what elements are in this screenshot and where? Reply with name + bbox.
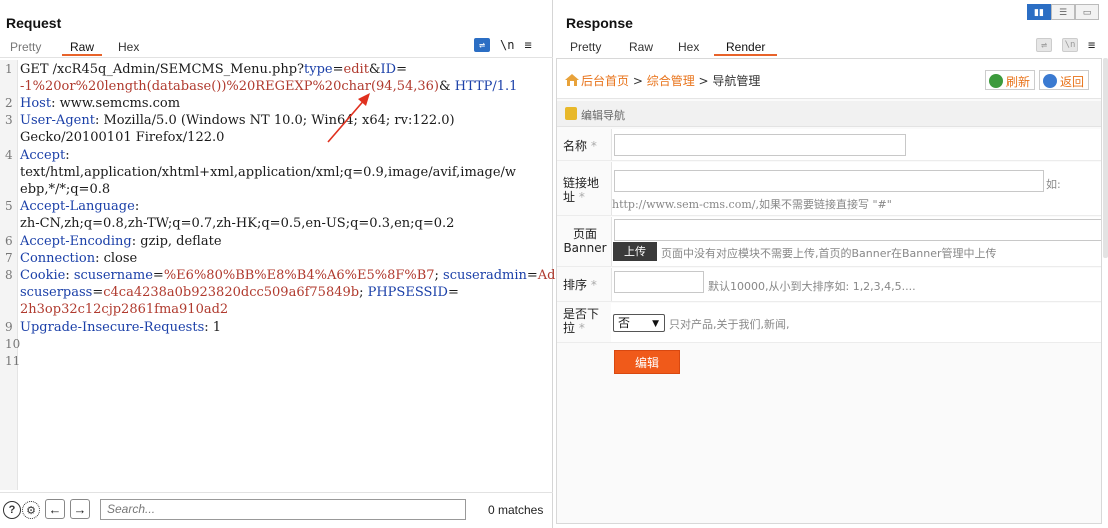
request-title: Request — [6, 15, 62, 31]
rendered-page: 后台首页 > 综合管理 > 导航管理 刷新 返回 编辑导航 名称 * 链接地址 … — [556, 58, 1102, 524]
response-pane: Response ▮▮ ☰ ▭ Pretty Raw Hex Render ⇌ … — [554, 0, 1108, 528]
form-row-dropdown: 是否下拉 * 否 ▼ 只对产品,关于我们,新闻, — [557, 303, 1101, 343]
link-hint: http://www.sem-cms.com/,如果不需要链接直接写 "#" — [612, 198, 892, 211]
back-button[interactable]: 返回 — [1039, 70, 1090, 90]
request-editor[interactable]: 1 GET /xcR45q_Admin/SEMCMS_Menu.php?type… — [0, 60, 585, 490]
request-pane: Request Pretty Raw Hex ⇌ \n ≡ 1 GET /xcR… — [0, 0, 585, 528]
refresh-button[interactable]: 刷新 — [985, 70, 1036, 90]
label-banner: 页面Banner — [563, 227, 607, 255]
crumb-general-link[interactable]: 综合管理 — [647, 74, 695, 88]
dropdown-select[interactable]: 否 ▼ — [613, 314, 665, 332]
help-icon[interactable]: ? — [3, 501, 21, 519]
refresh-icon — [989, 74, 1003, 88]
response-tabs: Pretty Raw Hex Render — [554, 38, 1108, 58]
label-sort: 排序 * — [563, 278, 597, 292]
tab-hex[interactable]: Hex — [678, 38, 699, 54]
form-row-submit: 编辑 — [557, 344, 1101, 382]
form-row-sort: 排序 * 默认10000,从小到大排序如: 1,2,3,4,5.... — [557, 268, 1101, 302]
link-hint-right: 如: — [1046, 178, 1061, 191]
label-name: 名称 * — [563, 139, 597, 153]
section-header: 编辑导航 — [557, 101, 1101, 127]
search-input[interactable]: Search... — [100, 499, 466, 520]
layout-stacked-icon[interactable]: ☰ — [1051, 4, 1075, 20]
form-row-name: 名称 * — [557, 129, 1101, 161]
menu-icon[interactable]: ≡ — [524, 38, 531, 52]
match-count: 0 matches — [488, 503, 544, 517]
menu-icon[interactable]: ≡ — [1088, 38, 1095, 52]
newline-icon[interactable]: \n — [500, 38, 514, 52]
annotation-arrow-icon — [327, 93, 370, 143]
form-row-link: 链接地址 * 如: http://www.sem-cms.com/,如果不需要链… — [557, 162, 1101, 216]
gear-icon[interactable]: ⚙ — [22, 501, 40, 519]
chevron-down-icon: ▼ — [652, 319, 659, 329]
tab-raw[interactable]: Raw — [62, 38, 103, 56]
crumb-current: 导航管理 — [712, 74, 761, 88]
response-toolbar: ⇌ \n ≡ — [1036, 38, 1095, 52]
back-icon — [1043, 74, 1057, 88]
sort-hint: 默认10000,从小到大排序如: 1,2,3,4,5.... — [708, 280, 916, 293]
breadcrumb-bar: 后台首页 > 综合管理 > 导航管理 刷新 返回 — [557, 59, 1101, 99]
submit-button[interactable]: 编辑 — [614, 350, 680, 374]
label-link: 链接地址 * — [563, 176, 600, 204]
next-match-button[interactable]: → — [70, 499, 90, 519]
section-title: 编辑导航 — [581, 109, 625, 122]
name-input[interactable] — [614, 134, 906, 156]
edit-icon — [565, 107, 577, 120]
newline-icon[interactable]: \n — [1062, 38, 1078, 52]
layout-side-by-side-icon[interactable]: ▮▮ — [1027, 4, 1051, 20]
layout-toggle: ▮▮ ☰ ▭ — [1027, 4, 1099, 20]
tab-pretty[interactable]: Pretty — [10, 38, 41, 54]
form-row-banner: 页面Banner 上传 页面中没有对应模块不需要上传,首页的Banner在Ban… — [557, 217, 1101, 267]
crumb-home-link[interactable]: 后台首页 — [581, 74, 629, 88]
response-title: Response — [566, 15, 633, 31]
tab-pretty[interactable]: Pretty — [570, 38, 601, 54]
link-input[interactable] — [614, 170, 1044, 192]
wrap-icon[interactable]: ⇌ — [1036, 38, 1052, 52]
layout-single-icon[interactable]: ▭ — [1075, 4, 1099, 20]
prev-match-button[interactable]: ← — [45, 499, 65, 519]
breadcrumb: 后台首页 > 综合管理 > 导航管理 — [565, 72, 760, 89]
wrap-icon[interactable]: ⇌ — [474, 38, 490, 52]
tab-raw[interactable]: Raw — [629, 38, 653, 54]
scrollbar[interactable] — [1103, 58, 1108, 258]
dropdown-hint: 只对产品,关于我们,新闻, — [669, 318, 790, 331]
burp-editor-window: Request Pretty Raw Hex ⇌ \n ≡ 1 GET /xcR… — [0, 0, 1108, 528]
home-icon — [565, 74, 579, 86]
sort-input[interactable] — [614, 271, 704, 293]
label-dropdown: 是否下拉 * — [563, 307, 600, 335]
banner-input[interactable] — [614, 219, 1101, 241]
tab-hex[interactable]: Hex — [118, 38, 139, 54]
banner-hint: 页面中没有对应模块不需要上传,首页的Banner在Banner管理中上传 — [661, 247, 997, 260]
request-tabs: Pretty Raw Hex — [0, 38, 553, 58]
upload-button[interactable]: 上传 — [613, 242, 657, 261]
request-search-bar: ? ⚙ ← → Search... 0 matches — [0, 492, 553, 526]
request-toolbar: ⇌ \n ≡ — [474, 38, 532, 52]
tab-render[interactable]: Render — [714, 38, 778, 56]
